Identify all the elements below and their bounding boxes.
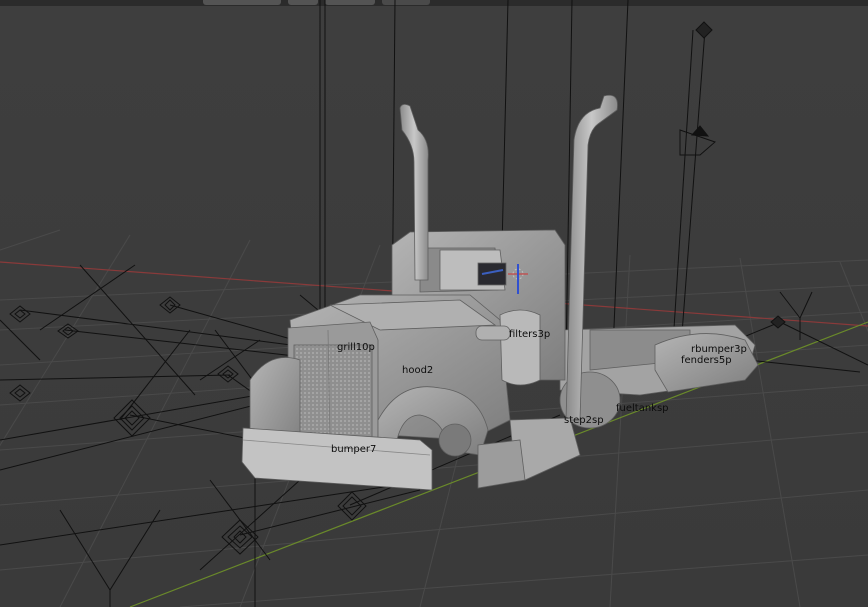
label-grill[interactable]: grill10p <box>337 343 375 353</box>
label-fenders[interactable]: fenders5p <box>681 356 732 366</box>
label-filters[interactable]: filters3p <box>509 330 550 340</box>
truck-model <box>241 94 759 491</box>
scene-canvas[interactable] <box>0 0 868 607</box>
label-bumper[interactable]: bumper7 <box>331 445 376 455</box>
label-step[interactable]: step2sp <box>564 416 604 426</box>
label-fueltanks[interactable]: fueltanksp <box>616 404 669 414</box>
label-rbumper[interactable]: rbumper3p <box>691 345 747 355</box>
label-hood[interactable]: hood2 <box>402 366 433 376</box>
